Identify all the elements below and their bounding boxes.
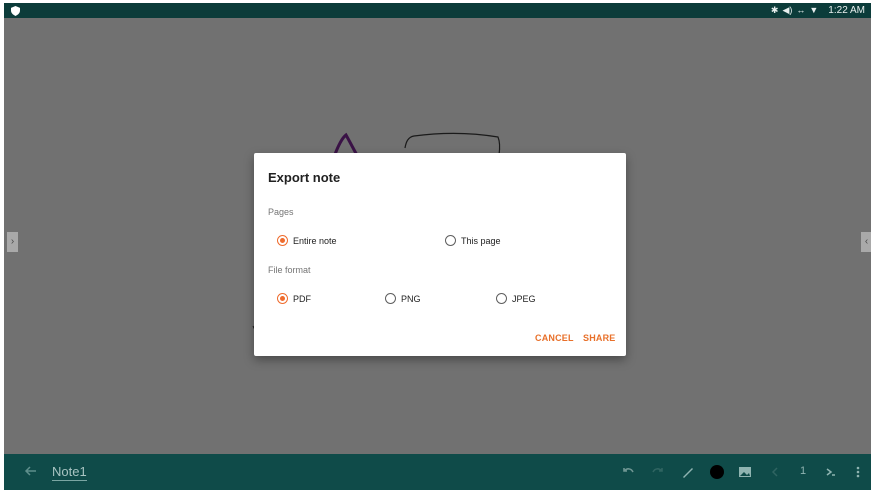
bottom-toolbar: Note1 1 [4, 454, 871, 490]
app-frame: ✱ ◀) ↔ ▼ 1:22 AM › ‹ Note1 1 Export note… [4, 3, 871, 490]
undo-icon[interactable] [620, 464, 636, 480]
radio-unchecked-icon [496, 293, 507, 304]
right-panel-toggle[interactable]: ‹ [861, 232, 871, 252]
wifi-icon: ▼ [809, 5, 819, 15]
data-sync-icon: ↔ [796, 5, 806, 15]
radio-jpeg[interactable]: JPEG [496, 293, 536, 304]
back-arrow-icon[interactable] [22, 462, 40, 480]
radio-pdf[interactable]: PDF [277, 293, 311, 304]
status-time: 1:22 AM [828, 5, 865, 16]
radio-label: This page [461, 235, 501, 246]
cancel-button[interactable]: CANCEL [535, 333, 574, 343]
radio-this-page[interactable]: This page [445, 235, 501, 246]
volume-icon: ◀) [782, 5, 793, 15]
radio-unchecked-icon [445, 235, 456, 246]
radio-label: Entire note [293, 235, 337, 246]
radio-unchecked-icon [385, 293, 396, 304]
export-note-dialog: Export note Pages Entire note This page … [254, 153, 626, 356]
prev-page-icon[interactable] [767, 464, 783, 480]
radio-checked-icon [277, 293, 288, 304]
note-title[interactable]: Note1 [52, 464, 87, 481]
radio-label: PNG [401, 293, 421, 304]
pen-icon[interactable] [680, 464, 696, 480]
status-bar: ✱ ◀) ↔ ▼ 1:22 AM [4, 3, 871, 18]
color-dot-icon[interactable] [707, 462, 727, 482]
share-button[interactable]: SHARE [583, 333, 616, 343]
bluetooth-icon: ✱ [770, 5, 779, 15]
radio-entire-note[interactable]: Entire note [277, 235, 337, 246]
file-format-section-label: File format [268, 265, 311, 275]
status-icons: ✱ ◀) ↔ ▼ 1:22 AM [771, 3, 865, 18]
shield-icon [11, 6, 20, 16]
radio-checked-icon [277, 235, 288, 246]
dialog-title: Export note [268, 170, 341, 185]
pages-section-label: Pages [268, 207, 294, 217]
radio-label: PDF [293, 293, 311, 304]
radio-label: JPEG [512, 293, 536, 304]
image-icon[interactable] [737, 464, 753, 480]
radio-png[interactable]: PNG [385, 293, 421, 304]
redo-icon[interactable] [650, 464, 666, 480]
more-icon[interactable] [850, 464, 866, 480]
left-panel-toggle[interactable]: › [7, 232, 18, 252]
next-page-icon[interactable] [822, 464, 838, 480]
page-number: 1 [800, 465, 807, 477]
